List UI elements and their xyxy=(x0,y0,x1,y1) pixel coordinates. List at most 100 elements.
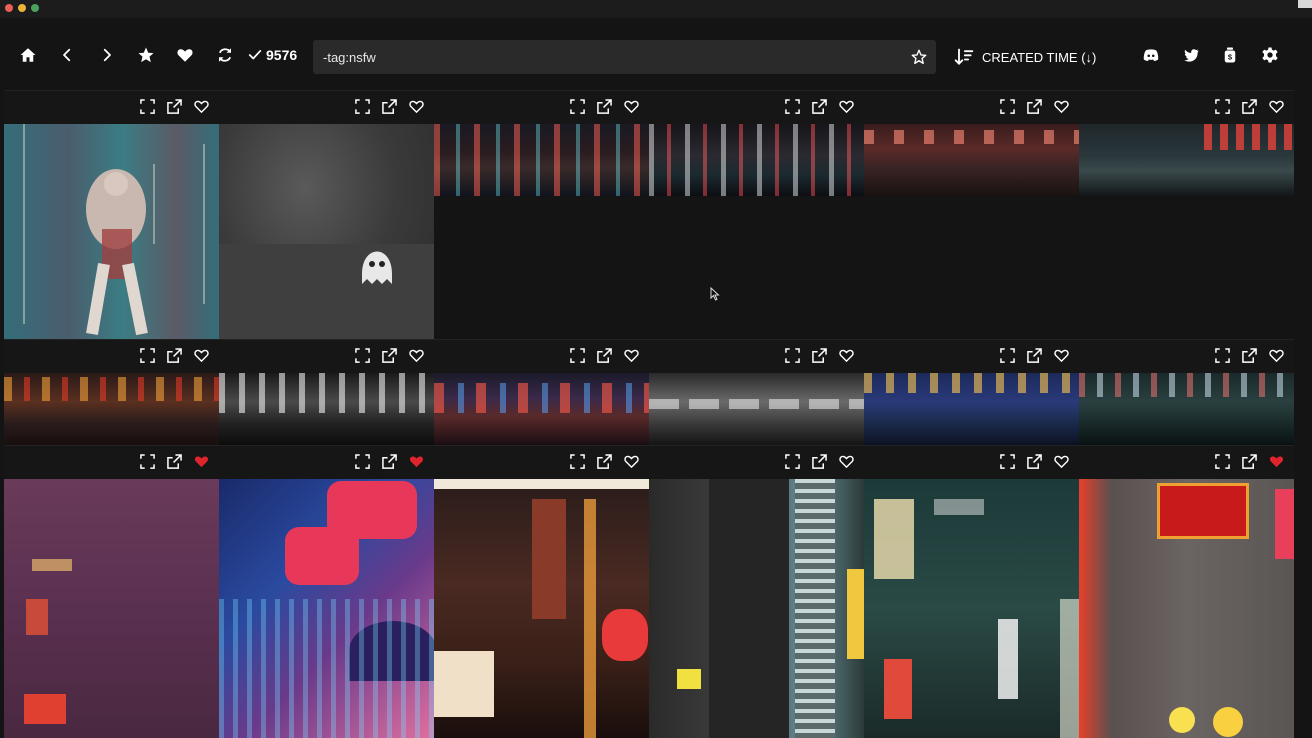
heart-icon[interactable] xyxy=(409,348,424,363)
cell-toolbar xyxy=(4,445,219,479)
cell-toolbar xyxy=(864,90,1079,124)
heart-icon[interactable] xyxy=(1054,99,1069,114)
discord-button[interactable] xyxy=(1137,40,1165,70)
expand-icon[interactable] xyxy=(355,348,370,363)
image-thumbnail[interactable] xyxy=(1079,479,1294,738)
heart-icon[interactable] xyxy=(624,99,639,114)
image-thumbnail[interactable] xyxy=(864,124,1079,196)
grid-cell xyxy=(219,339,434,445)
expand-icon[interactable] xyxy=(1215,99,1230,114)
item-count-value: 9576 xyxy=(266,47,298,63)
open-external-icon[interactable] xyxy=(597,454,612,469)
cell-toolbar xyxy=(219,445,434,479)
forward-button[interactable] xyxy=(93,40,121,70)
image-thumbnail[interactable] xyxy=(4,373,219,445)
heart-filled-icon[interactable] xyxy=(1269,454,1284,469)
open-external-icon[interactable] xyxy=(597,348,612,363)
minimize-window-button[interactable] xyxy=(18,4,26,12)
heart-icon[interactable] xyxy=(624,348,639,363)
open-external-icon[interactable] xyxy=(812,454,827,469)
open-external-icon[interactable] xyxy=(1242,99,1257,114)
cell-toolbar xyxy=(434,90,649,124)
image-thumbnail[interactable] xyxy=(649,373,864,445)
expand-icon[interactable] xyxy=(1215,454,1230,469)
open-external-icon[interactable] xyxy=(382,99,397,114)
heart-icon[interactable] xyxy=(1054,348,1069,363)
open-external-icon[interactable] xyxy=(1027,454,1042,469)
heart-icon[interactable] xyxy=(839,454,854,469)
expand-icon[interactable] xyxy=(570,99,585,114)
home-button[interactable] xyxy=(14,40,42,70)
settings-button[interactable] xyxy=(1256,40,1284,70)
heart-icon[interactable] xyxy=(1269,348,1284,363)
heart-icon[interactable] xyxy=(1054,454,1069,469)
heart-icon[interactable] xyxy=(839,348,854,363)
image-thumbnail[interactable] xyxy=(434,479,649,738)
heart-filled-icon[interactable] xyxy=(194,454,209,469)
image-thumbnail[interactable] xyxy=(4,124,219,339)
heart-icon[interactable] xyxy=(194,99,209,114)
expand-icon[interactable] xyxy=(140,99,155,114)
expand-icon[interactable] xyxy=(1000,99,1015,114)
heart-icon[interactable] xyxy=(1269,99,1284,114)
open-external-icon[interactable] xyxy=(812,348,827,363)
open-external-icon[interactable] xyxy=(597,99,612,114)
open-external-icon[interactable] xyxy=(382,454,397,469)
open-external-icon[interactable] xyxy=(1027,348,1042,363)
image-thumbnail[interactable] xyxy=(864,373,1079,445)
image-thumbnail[interactable] xyxy=(434,124,649,196)
chevron-left-icon xyxy=(63,48,71,62)
expand-icon[interactable] xyxy=(1000,348,1015,363)
image-thumbnail[interactable] xyxy=(649,479,864,738)
heart-icon[interactable] xyxy=(409,99,424,114)
open-external-icon[interactable] xyxy=(1027,99,1042,114)
figure-artwork xyxy=(4,124,219,339)
image-thumbnail[interactable] xyxy=(4,479,219,738)
expand-icon[interactable] xyxy=(570,348,585,363)
window-titlebar xyxy=(0,0,1312,18)
heart-icon[interactable] xyxy=(624,454,639,469)
expand-icon[interactable] xyxy=(570,454,585,469)
image-thumbnail[interactable] xyxy=(1079,373,1294,445)
close-window-button[interactable] xyxy=(5,4,13,12)
liked-button[interactable] xyxy=(171,40,199,70)
image-thumbnail[interactable] xyxy=(219,373,434,445)
save-search-star-icon[interactable] xyxy=(910,48,928,66)
image-thumbnail[interactable] xyxy=(434,373,649,445)
heart-filled-icon[interactable] xyxy=(409,454,424,469)
expand-icon[interactable] xyxy=(355,99,370,114)
back-button[interactable] xyxy=(53,40,81,70)
open-external-icon[interactable] xyxy=(382,348,397,363)
image-thumbnail[interactable] xyxy=(219,479,434,738)
expand-icon[interactable] xyxy=(1215,348,1230,363)
expand-icon[interactable] xyxy=(140,348,155,363)
sort-button[interactable]: CREATED TIME (↓) xyxy=(954,44,1096,70)
expand-icon[interactable] xyxy=(355,454,370,469)
expand-icon[interactable] xyxy=(140,454,155,469)
maximize-window-button[interactable] xyxy=(31,4,39,12)
favorites-button[interactable] xyxy=(132,40,160,70)
expand-icon[interactable] xyxy=(785,99,800,114)
open-external-icon[interactable] xyxy=(167,454,182,469)
heart-icon[interactable] xyxy=(839,99,854,114)
item-count: 9576 xyxy=(248,46,297,64)
twitter-button[interactable] xyxy=(1177,40,1205,70)
open-external-icon[interactable] xyxy=(1242,454,1257,469)
check-icon xyxy=(248,50,262,60)
expand-icon[interactable] xyxy=(785,454,800,469)
tip-button[interactable]: $ xyxy=(1216,40,1244,70)
heart-icon[interactable] xyxy=(194,348,209,363)
image-thumbnail[interactable] xyxy=(1079,124,1294,196)
open-external-icon[interactable] xyxy=(167,99,182,114)
expand-icon[interactable] xyxy=(1000,454,1015,469)
open-external-icon[interactable] xyxy=(1242,348,1257,363)
image-thumbnail[interactable] xyxy=(864,479,1079,738)
image-thumbnail[interactable] xyxy=(649,124,864,196)
expand-icon[interactable] xyxy=(785,348,800,363)
cell-toolbar xyxy=(434,339,649,373)
image-thumbnail[interactable] xyxy=(219,124,434,339)
search-input[interactable] xyxy=(323,40,903,74)
open-external-icon[interactable] xyxy=(167,348,182,363)
refresh-button[interactable] xyxy=(211,40,239,70)
open-external-icon[interactable] xyxy=(812,99,827,114)
